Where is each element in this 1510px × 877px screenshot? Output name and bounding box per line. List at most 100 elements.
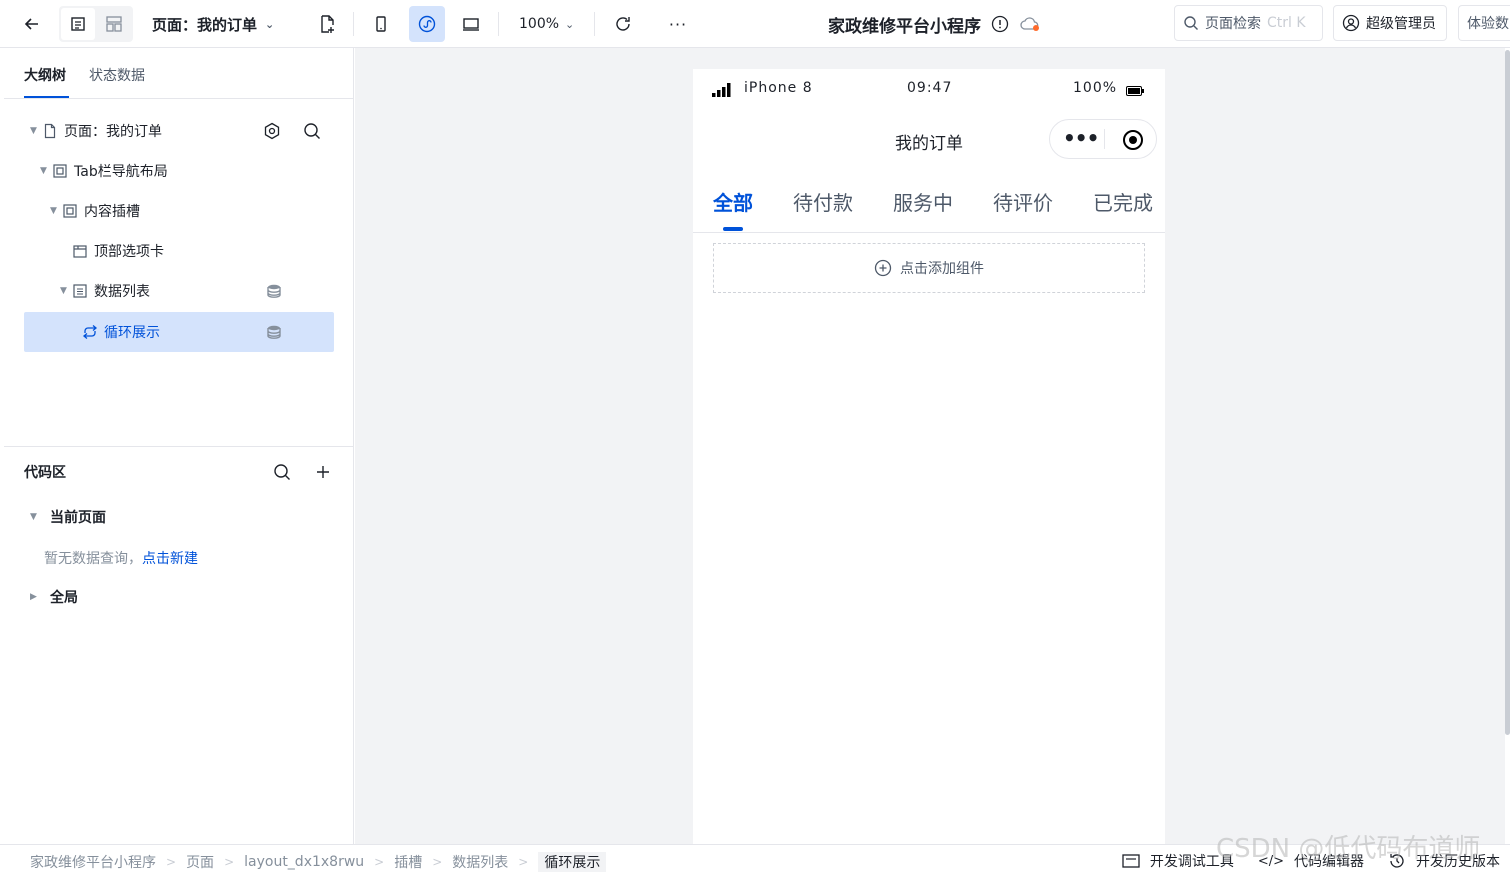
divider (594, 12, 595, 36)
layout-icon (106, 16, 122, 32)
caret-right-icon[interactable]: ▶ (30, 592, 42, 602)
phone-preview: iPhone 8 09:47 100% 我的订单 ••• 全部 待付款 服务中 … (693, 69, 1165, 844)
close-target-icon[interactable] (1122, 129, 1144, 155)
more-dots-icon[interactable]: ••• (1063, 126, 1099, 150)
tree-node-label: 数据列表 (94, 284, 150, 300)
cloud-sync-icon[interactable] (1019, 15, 1041, 33)
create-query-link[interactable]: 点击新建 (142, 551, 198, 567)
divider (353, 12, 354, 36)
tree-node-top-tabs[interactable]: 顶部选项卡 (24, 231, 334, 271)
global-group[interactable]: ▶ 全局 (30, 587, 78, 607)
settings-icon[interactable] (263, 122, 281, 144)
order-tab-completed[interactable]: 已完成 (1093, 187, 1153, 216)
arrow-left-icon (24, 18, 38, 30)
desktop-view-button[interactable] (453, 6, 489, 42)
tree-node-label: 内容插槽 (84, 204, 140, 220)
history-icon (1390, 854, 1404, 868)
search-icon (1184, 16, 1198, 30)
more-horizontal-icon: ··· (668, 14, 688, 34)
add-page-button[interactable] (309, 6, 345, 42)
tree-node-loop-display[interactable]: 循环展示 (24, 312, 334, 352)
phone-status-bar: iPhone 8 09:47 100% (693, 69, 1165, 109)
debug-tools-button[interactable]: 开发调试工具 (1122, 851, 1234, 871)
breadcrumb-app[interactable]: 家政维修平台小程序 (30, 852, 156, 872)
code-editor-label: 代码编辑器 (1294, 854, 1364, 870)
tree-node-data-list[interactable]: ▼ 数据列表 (24, 271, 334, 311)
page-search-button[interactable]: 页面检索 Ctrl K (1174, 5, 1323, 41)
tree-node-tab-layout[interactable]: ▼ Tab栏导航布局 (24, 151, 334, 191)
battery-percent: 100% (1073, 80, 1118, 96)
file-add-icon (321, 15, 334, 33)
order-tab-pending-payment[interactable]: 待付款 (793, 187, 853, 216)
page-search-label: 页面检索 (1205, 16, 1261, 32)
breadcrumb-current[interactable]: 循环展示 (538, 852, 607, 872)
mobile-view-button[interactable] (363, 6, 399, 42)
miniprogram-view-button[interactable] (409, 6, 445, 42)
chevron-right-icon: > (374, 855, 385, 869)
trial-button[interactable]: 体验数 (1458, 5, 1510, 41)
code-editor-button[interactable]: </> 代码编辑器 (1258, 851, 1364, 871)
tree-node-label: 顶部选项卡 (94, 244, 164, 260)
page-selector[interactable]: 页面：我的订单 ⌄ (152, 12, 274, 36)
bottom-tools: 开发调试工具 </> 代码编辑器 开发历史版本 (1122, 851, 1510, 871)
document-list-icon (71, 17, 85, 31)
plus-icon[interactable] (314, 463, 332, 485)
user-avatar-icon (1342, 14, 1360, 32)
tab-outline-tree[interactable]: 大纲树 (24, 65, 66, 85)
tabs-icon (72, 243, 88, 259)
capsule-menu: ••• (1049, 119, 1157, 159)
more-button[interactable]: ··· (660, 6, 696, 42)
current-page-group[interactable]: ▼ 当前页面 (30, 507, 106, 527)
search-icon[interactable] (303, 122, 321, 144)
chevron-right-icon: > (518, 855, 529, 869)
container-icon (62, 203, 78, 219)
battery-icon (1126, 84, 1144, 100)
list-icon (72, 283, 88, 299)
history-button[interactable]: 开发历史版本 (1388, 851, 1510, 871)
user-role: 超级管理员 (1366, 16, 1436, 32)
breadcrumb-page[interactable]: 页面 (186, 852, 214, 872)
page-view-button[interactable] (61, 8, 95, 40)
breadcrumb-layout[interactable]: layout_dx1x8rwu (244, 854, 364, 870)
zoom-value: 100% (519, 16, 560, 32)
breadcrumb: 家政维修平台小程序 > 页面 > layout_dx1x8rwu > 插槽 > … (30, 852, 607, 872)
code-icon: </> (1257, 853, 1284, 869)
order-tab-indicator (723, 227, 743, 231)
back-button[interactable] (14, 6, 50, 42)
user-menu-button[interactable]: 超级管理员 (1333, 5, 1447, 41)
breadcrumb-data-list[interactable]: 数据列表 (452, 852, 508, 872)
caret-down-icon[interactable]: ▼ (30, 512, 42, 522)
order-tab-pending-review[interactable]: 待评价 (993, 187, 1053, 216)
chevron-right-icon: > (432, 855, 443, 869)
refresh-button[interactable] (605, 6, 641, 42)
debug-tools-label: 开发调试工具 (1149, 854, 1234, 870)
tree-node-label: 循环展示 (104, 325, 160, 341)
scrollbar[interactable] (1505, 50, 1510, 735)
mobile-icon (376, 16, 386, 32)
caret-down-icon[interactable]: ▼ (30, 126, 42, 136)
breadcrumb-slot[interactable]: 插槽 (394, 852, 422, 872)
miniprogram-icon (418, 15, 436, 33)
status-bar: 家政维修平台小程序 > 页面 > layout_dx1x8rwu > 插槽 > … (0, 844, 1510, 877)
tree-node-page[interactable]: ▼ 页面：我的订单 (24, 111, 334, 151)
history-label: 开发历史版本 (1416, 854, 1500, 870)
layout-view-button[interactable] (97, 8, 131, 40)
trial-label: 体验数 (1467, 16, 1509, 32)
order-tab-in-service[interactable]: 服务中 (893, 187, 953, 216)
tree-node-label: 页面：我的订单 (64, 124, 162, 140)
signal-icon (712, 83, 734, 101)
tab-state-data[interactable]: 状态数据 (89, 65, 145, 85)
order-tab-all[interactable]: 全部 (713, 187, 753, 216)
chevron-right-icon: > (166, 855, 177, 869)
info-icon[interactable] (991, 15, 1009, 33)
caret-down-icon[interactable]: ▼ (50, 206, 62, 216)
loop-icon (82, 324, 98, 340)
app-title-area: 家政维修平台小程序 (828, 12, 1041, 37)
add-component-zone[interactable]: 点击添加组件 (713, 243, 1145, 293)
caret-down-icon[interactable]: ▼ (60, 286, 72, 296)
tree-node-content-slot[interactable]: ▼ 内容插槽 (24, 191, 334, 231)
active-tab-indicator (24, 96, 69, 98)
zoom-select[interactable]: 100% ⌄ (519, 12, 574, 36)
search-icon[interactable] (273, 463, 291, 485)
caret-down-icon[interactable]: ▼ (40, 166, 52, 176)
